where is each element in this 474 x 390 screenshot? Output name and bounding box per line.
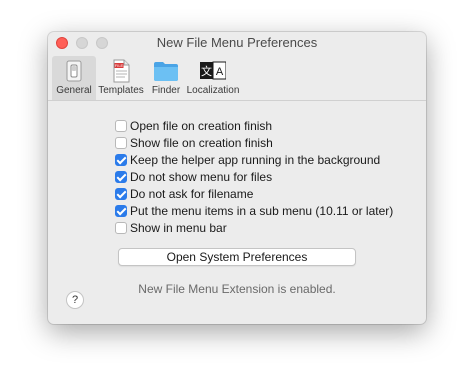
templates-badge-text: FILE <box>115 63 124 68</box>
tab-general[interactable]: General <box>52 56 96 100</box>
checkbox[interactable] <box>115 171 127 183</box>
option-label: Open file on creation finish <box>130 119 273 133</box>
tab-label-templates: Templates <box>98 85 144 96</box>
checkbox[interactable] <box>115 222 127 234</box>
tab-templates[interactable]: FILE Templates <box>96 56 146 100</box>
option-label: Show in menu bar <box>130 221 227 235</box>
checkbox[interactable] <box>115 120 127 132</box>
localization-glyph-cjk: 文 <box>201 64 212 78</box>
minimize-window-button[interactable] <box>76 37 88 49</box>
extension-status-text: New File Menu Extension is enabled. <box>138 282 336 296</box>
general-pane: Open file on creation finish Show file o… <box>48 101 426 324</box>
option-label: Do not show menu for files <box>130 170 273 184</box>
open-system-preferences-button[interactable]: Open System Preferences <box>118 248 356 266</box>
checkbox[interactable] <box>115 154 127 166</box>
close-window-button[interactable] <box>56 37 68 49</box>
templates-file-icon: FILE <box>113 59 130 83</box>
window-title: New File Menu Preferences <box>156 35 318 50</box>
tab-label-localization: Localization <box>186 85 240 96</box>
finder-folder-icon <box>154 62 178 81</box>
localization-glyph-latin: A <box>216 66 224 78</box>
checkbox[interactable] <box>115 188 127 200</box>
checkbox[interactable] <box>115 205 127 217</box>
option-label: Show file on creation finish <box>130 136 273 150</box>
help-button[interactable]: ? <box>66 291 84 309</box>
tab-label-finder: Finder <box>151 85 181 96</box>
checkbox[interactable] <box>115 137 127 149</box>
option-label: Do not ask for filename <box>130 187 254 201</box>
zoom-window-button[interactable] <box>96 37 108 49</box>
preferences-toolbar: General FILE Templates Finder 文 A Locali… <box>48 56 426 101</box>
tab-finder[interactable]: Finder <box>148 56 184 100</box>
tab-localization[interactable]: 文 A Localization <box>184 56 242 100</box>
tab-label-general: General <box>56 85 92 96</box>
option-label: Put the menu items in a sub menu (10.11 … <box>130 204 394 218</box>
option-label: Keep the helper app running in the backg… <box>130 153 381 167</box>
general-switch-icon <box>66 60 82 82</box>
title-bar: New File Menu Preferences <box>48 32 426 56</box>
preferences-window: New File Menu Preferences General FILE T… <box>48 32 426 324</box>
localization-icon: 文 A <box>200 61 226 80</box>
